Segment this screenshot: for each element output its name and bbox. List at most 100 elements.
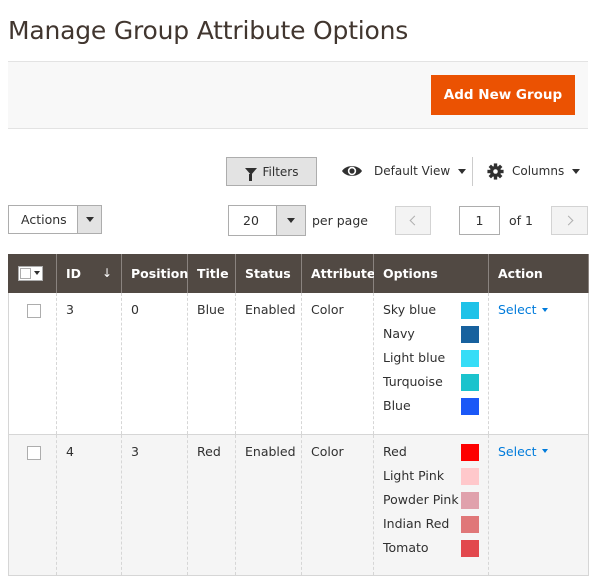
cell-position: 0 — [121, 293, 188, 435]
row-action-select[interactable]: Select — [498, 302, 548, 317]
cell-title: Blue — [187, 293, 236, 435]
columns-switcher[interactable]: Columns — [487, 160, 581, 182]
checkbox[interactable] — [20, 267, 31, 279]
color-swatch — [461, 443, 479, 461]
option-item: Turquoise — [383, 374, 479, 398]
option-label: Powder Pink — [383, 491, 459, 507]
column-header-options: Options — [373, 254, 489, 293]
option-item: Navy — [383, 326, 479, 350]
cell-options: Red Light Pink Powder Pink Indian Red To… — [373, 434, 489, 576]
chevron-down-icon — [85, 217, 94, 222]
page-title: Manage Group Attribute Options — [8, 16, 409, 45]
row-checkbox[interactable] — [27, 304, 41, 318]
option-label: Tomato — [383, 539, 429, 555]
per-page-value: 20 — [243, 213, 259, 228]
color-swatch — [461, 467, 479, 485]
table-row: 3 0 Blue Enabled Color Sky blue Navy Lig… — [8, 293, 589, 435]
dropdown-toggle[interactable] — [77, 206, 101, 233]
chevron-down-icon — [572, 168, 581, 174]
page-actions-bar: Add New Group — [8, 61, 588, 129]
add-new-group-button[interactable]: Add New Group — [431, 75, 575, 115]
per-page-toggle[interactable] — [276, 206, 305, 235]
color-swatch — [461, 326, 479, 343]
mass-actions-dropdown[interactable]: Actions — [8, 205, 102, 234]
per-page-label: per page — [312, 213, 368, 228]
next-page-button[interactable] — [551, 206, 588, 235]
option-item: Light blue — [383, 350, 479, 374]
cell-action: Select — [488, 293, 589, 435]
option-label: Turquoise — [383, 374, 443, 389]
option-item: Red — [383, 443, 479, 468]
toolbar-divider — [472, 157, 473, 186]
cell-attribute: Color — [301, 434, 374, 576]
color-swatch — [461, 491, 479, 509]
color-swatch — [461, 374, 479, 391]
option-item: Tomato — [383, 539, 479, 564]
color-swatch — [461, 350, 479, 367]
option-label: Blue — [383, 398, 411, 413]
options-list: Red Light Pink Powder Pink Indian Red To… — [383, 443, 479, 564]
filters-button[interactable]: Filters — [226, 157, 317, 186]
eye-icon — [342, 166, 362, 176]
view-label: Default View — [374, 164, 451, 178]
column-header-title[interactable]: Title — [187, 254, 236, 293]
row-select-cell — [8, 293, 57, 435]
color-swatch — [461, 398, 479, 415]
color-swatch — [461, 302, 479, 319]
chevron-down-icon — [287, 218, 295, 223]
chevron-left-icon — [409, 215, 420, 226]
per-page-select[interactable]: 20 — [228, 205, 306, 236]
column-header-status[interactable]: Status — [235, 254, 302, 293]
funnel-icon — [244, 168, 257, 181]
columns-label: Columns — [512, 164, 565, 178]
chevron-down-icon — [541, 449, 548, 453]
cell-action: Select — [488, 434, 589, 576]
row-action-select[interactable]: Select — [498, 444, 548, 459]
options-list: Sky blue Navy Light blue Turquoise Blue — [383, 302, 479, 422]
chevron-down-icon — [541, 307, 548, 312]
column-header-position[interactable]: Position — [121, 254, 188, 293]
column-header-attribute[interactable]: Attribute — [301, 254, 375, 293]
chevron-down-icon — [34, 271, 40, 275]
option-label: Red — [383, 443, 407, 459]
sort-arrow-icon: ↓ — [101, 266, 112, 280]
mass-actions-label: Actions — [21, 212, 67, 227]
column-header-action: Action — [488, 254, 589, 293]
option-item: Sky blue — [383, 302, 479, 326]
cell-id: 4 — [56, 434, 122, 576]
cell-title: Red — [187, 434, 236, 576]
cell-id: 3 — [56, 293, 122, 435]
previous-page-button[interactable] — [395, 206, 431, 235]
gear-icon — [487, 162, 504, 180]
row-checkbox[interactable] — [27, 445, 41, 460]
option-item: Powder Pink — [383, 491, 479, 516]
chevron-down-icon — [458, 168, 467, 174]
cell-attribute: Color — [301, 293, 374, 435]
option-item: Light Pink — [383, 467, 479, 492]
option-item: Blue — [383, 398, 479, 422]
option-label: Light Pink — [383, 467, 445, 483]
option-label: Indian Red — [383, 515, 450, 531]
option-label: Light blue — [383, 350, 446, 365]
data-grid: ID ↓ Position Title Status Attribute Opti… — [8, 254, 589, 576]
mass-select-header[interactable] — [8, 254, 57, 293]
mass-select-checkbox[interactable] — [18, 265, 43, 281]
color-swatch — [461, 539, 479, 557]
cell-status: Enabled — [235, 293, 302, 435]
cell-options: Sky blue Navy Light blue Turquoise Blue — [373, 293, 489, 435]
table-row: 4 3 Red Enabled Color Red Light Pink Pow… — [8, 434, 589, 576]
filters-label: Filters — [262, 164, 299, 179]
color-swatch — [461, 515, 479, 533]
total-pages-label: of 1 — [509, 213, 533, 228]
cell-status: Enabled — [235, 434, 302, 576]
current-page-input[interactable] — [459, 206, 500, 235]
option-label: Navy — [383, 326, 415, 341]
option-label: Sky blue — [383, 302, 437, 317]
chevron-right-icon — [563, 215, 573, 226]
cell-position: 3 — [121, 434, 188, 576]
view-switcher[interactable]: Default View — [341, 160, 467, 182]
option-item: Indian Red — [383, 515, 479, 540]
column-header-id[interactable]: ID ↓ — [56, 254, 122, 293]
row-select-cell — [8, 434, 57, 576]
table-header-row: ID ↓ Position Title Status Attribute Opti… — [8, 254, 589, 293]
